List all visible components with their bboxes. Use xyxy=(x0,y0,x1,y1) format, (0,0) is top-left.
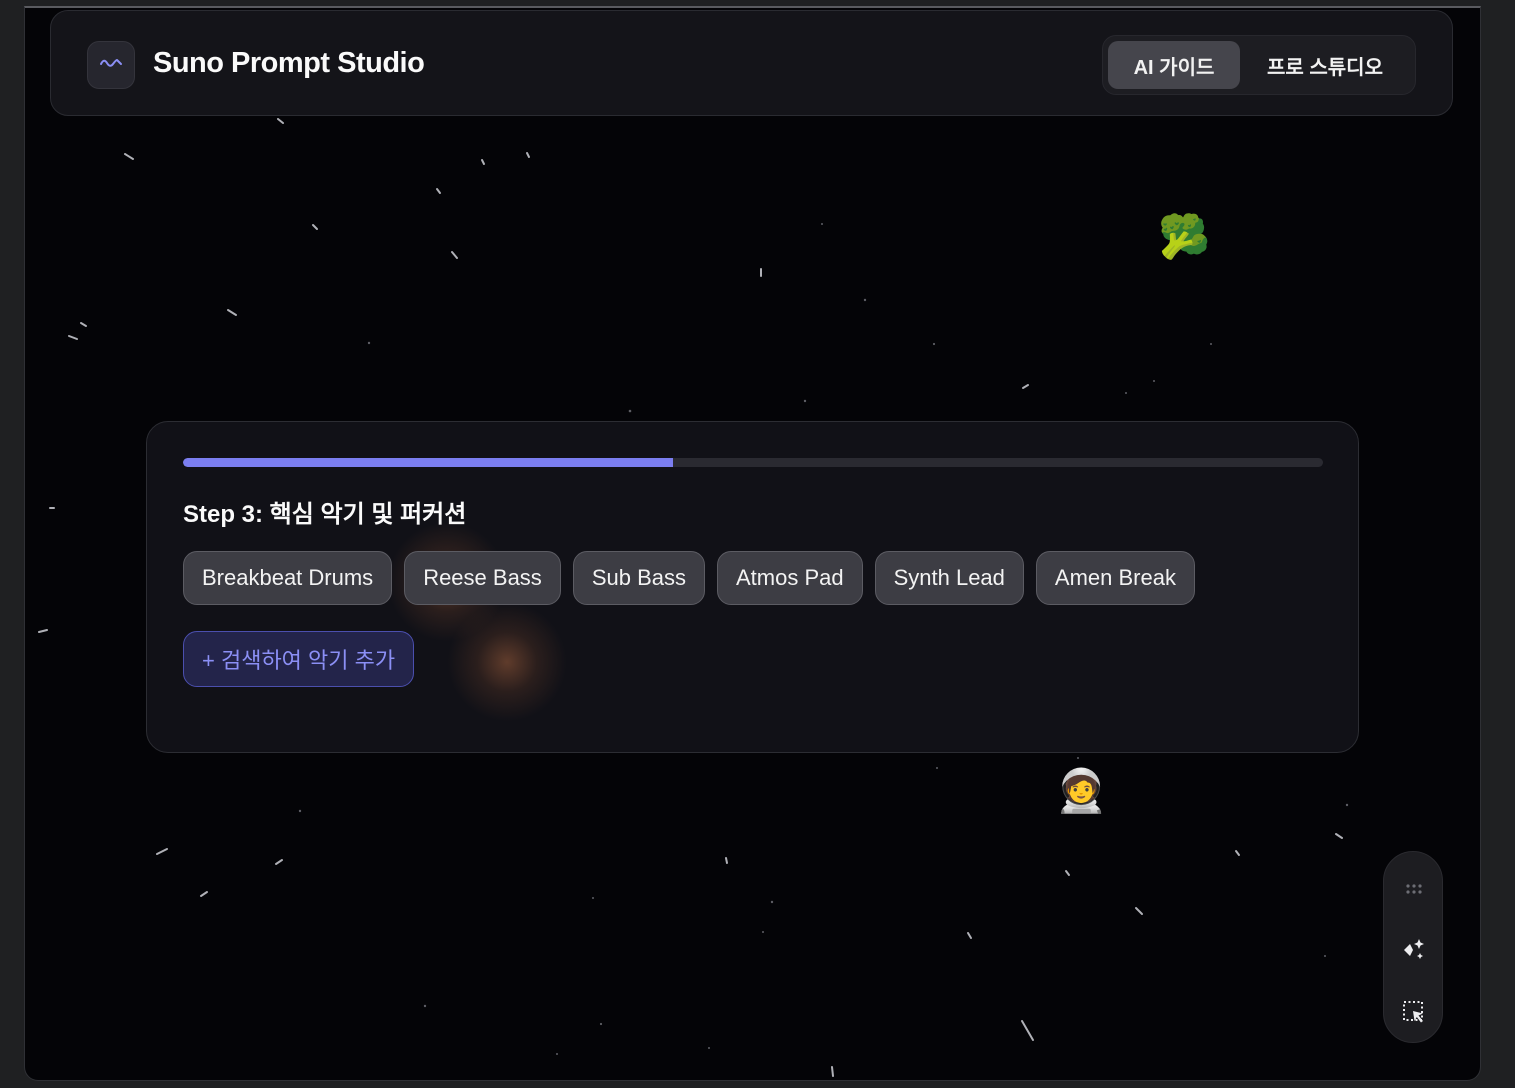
mode-toggle: AI 가이드 프로 스튜디오 xyxy=(1102,35,1416,95)
astronaut-emoji: 🧑‍🚀 xyxy=(1055,767,1108,814)
app-title: Suno Prompt Studio xyxy=(153,47,425,79)
chip-reese-bass[interactable]: Reese Bass xyxy=(404,551,561,605)
chip-atmos-pad[interactable]: Atmos Pad xyxy=(716,551,863,605)
floating-toolbar xyxy=(1383,851,1443,1043)
select-area-icon[interactable] xyxy=(1399,997,1429,1027)
app-window: Suno Prompt Studio AI 가이드 프로 스튜디오 🥦 🧑‍🚀 … xyxy=(24,6,1481,1081)
broccoli-emoji: 🥦 xyxy=(1158,213,1211,260)
sparkle-icon[interactable] xyxy=(1399,935,1429,965)
tab-pro-studio[interactable]: 프로 스튜디오 xyxy=(1245,41,1405,89)
waveform-icon xyxy=(98,50,124,81)
drag-handle-icon[interactable] xyxy=(1399,874,1429,904)
add-instrument-button[interactable]: + 검색하여 악기 추가 xyxy=(183,631,415,687)
top-header: Suno Prompt Studio AI 가이드 프로 스튜디오 xyxy=(50,10,1453,116)
progress-fill xyxy=(183,458,674,467)
tab-ai-guide[interactable]: AI 가이드 xyxy=(1108,41,1240,89)
wizard-card: Step 3: 핵심 악기 및 퍼커션 Breakbeat Drums Rees… xyxy=(146,421,1359,753)
chip-breakbeat-drums[interactable]: Breakbeat Drums xyxy=(183,551,393,605)
step-progress-bar xyxy=(183,458,1323,467)
app-logo xyxy=(87,41,135,89)
chip-amen-break[interactable]: Amen Break xyxy=(1035,551,1195,605)
ambient-glow xyxy=(447,602,567,722)
instrument-chip-list: Breakbeat Drums Reese Bass Sub Bass Atmo… xyxy=(183,551,1195,605)
chip-synth-lead[interactable]: Synth Lead xyxy=(874,551,1024,605)
chip-sub-bass[interactable]: Sub Bass xyxy=(572,551,705,605)
step-title: Step 3: 핵심 악기 및 퍼커션 xyxy=(183,501,467,528)
